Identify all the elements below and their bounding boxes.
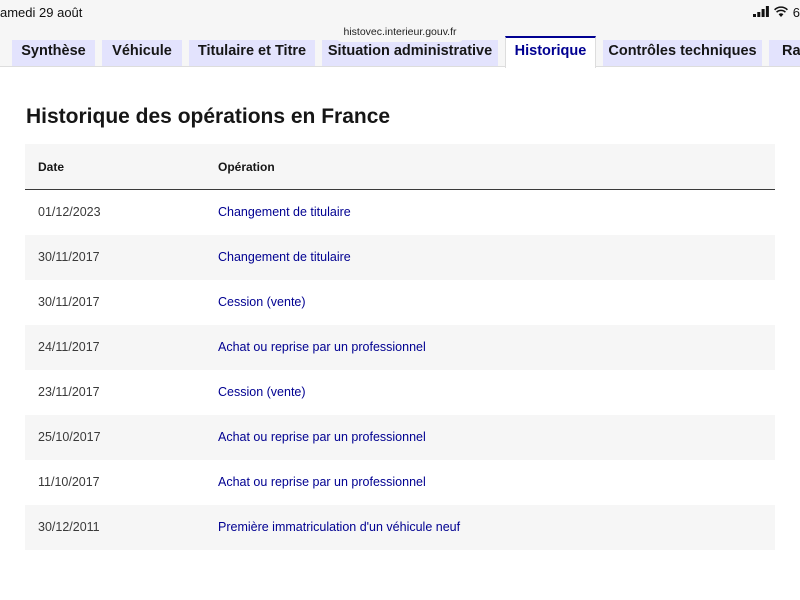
status-indicators: 6 [752,5,800,20]
row-date: 30/12/2011 [38,520,100,534]
table-body: 01/12/2023 Changement de titulaire 30/11… [25,190,775,550]
tab-situation[interactable]: Situation administrative [322,40,498,66]
row-operation-link[interactable]: Achat ou reprise par un professionnel [218,340,426,354]
table-row: 30/12/2011 Première immatriculation d'un… [25,505,775,550]
tab-vehicule[interactable]: Véhicule [102,40,182,66]
tab-titulaire[interactable]: Titulaire et Titre [189,40,315,66]
row-date: 24/11/2017 [38,340,100,354]
row-operation-link[interactable]: Achat ou reprise par un professionnel [218,475,426,489]
table-row: 24/11/2017 Achat ou reprise par un profe… [25,325,775,370]
row-date: 23/11/2017 [38,385,100,399]
row-date: 11/10/2017 [38,475,100,489]
status-time: amedi 29 août [0,5,83,20]
table-row: 30/11/2017 Cession (vente) [25,280,775,325]
wifi-icon [773,5,788,20]
signal-icon [752,5,769,20]
table-row: 01/12/2023 Changement de titulaire [25,190,775,235]
tab-synthese[interactable]: Synthèse [12,40,95,66]
header-operation: Opération [218,160,275,174]
address-bar[interactable]: histovec.interieur.gouv.fr [336,22,464,42]
table-row: 30/11/2017 Changement de titulaire [25,235,775,280]
table-row: 11/10/2017 Achat ou reprise par un profe… [25,460,775,505]
row-operation-link[interactable]: Achat ou reprise par un professionnel [218,430,426,444]
tab-controles-techniques[interactable]: Contrôles techniques [603,40,762,66]
row-date: 25/10/2017 [38,430,101,444]
row-operation-link[interactable]: Changement de titulaire [218,205,351,219]
row-operation-link[interactable]: Première immatriculation d'un véhicule n… [218,520,460,534]
row-operation-link[interactable]: Cession (vente) [218,385,306,399]
header-date: Date [38,160,65,174]
table-header: Date Opération [25,144,775,190]
row-date: 30/11/2017 [38,295,100,309]
tab-historique[interactable]: Historique [505,36,596,68]
operations-table: Date Opération 01/12/2023 Changement de … [25,144,775,550]
table-row: 23/11/2017 Cession (vente) [25,370,775,415]
row-operation-link[interactable]: Changement de titulaire [218,250,351,264]
tab-rapport[interactable]: Rap [769,40,800,66]
row-date: 30/11/2017 [38,250,100,264]
page-title: Historique des opérations en France [26,105,391,128]
row-operation-link[interactable]: Cession (vente) [218,295,306,309]
row-date: 01/12/2023 [38,205,101,219]
battery-text: 6 [792,5,800,20]
table-row: 25/10/2017 Achat ou reprise par un profe… [25,415,775,460]
